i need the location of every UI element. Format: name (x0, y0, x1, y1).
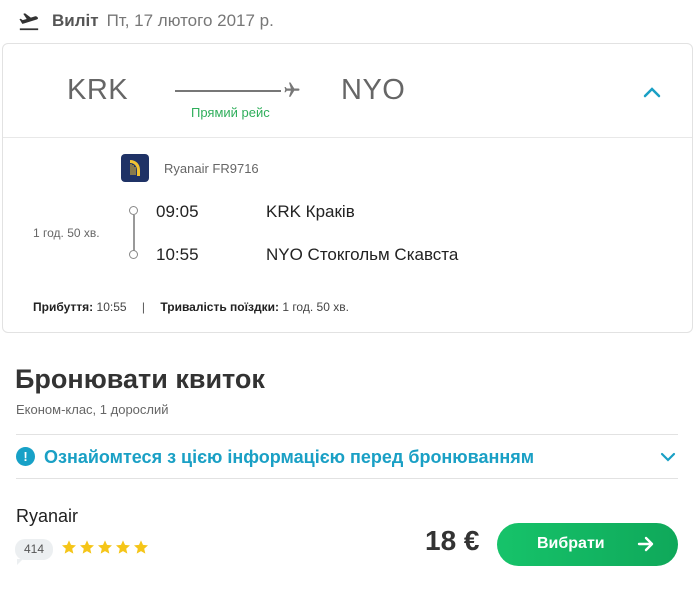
arrival-time: 10:55 (156, 245, 199, 264)
star-icon (98, 540, 112, 554)
departure-plane-icon (19, 13, 39, 31)
exclamation-circle-icon: ! (16, 447, 35, 466)
star-icon (62, 540, 76, 554)
select-button[interactable]: Вибрати (497, 523, 678, 566)
direction-label: Виліт (52, 11, 99, 30)
arrival-label: Прибуття: (33, 300, 94, 314)
booking-title: Бронювати квиток (15, 364, 265, 394)
flight-date: Пт, 17 лютого 2017 р. (106, 11, 274, 30)
trip-duration-label: Тривалість поїздки: (160, 300, 279, 314)
chevron-up-icon[interactable] (643, 86, 661, 98)
summary-separator: | (141, 300, 146, 314)
route-summary[interactable]: KRK NYO Прямий рейс (3, 44, 692, 138)
destination-code: NYO (341, 74, 406, 106)
departure-dot (129, 206, 138, 215)
ryanair-harp-icon (121, 154, 149, 182)
select-button-label: Вибрати (537, 535, 605, 552)
direct-flight-label: Прямий рейс (191, 105, 270, 120)
trip-summary: Прибуття: 10:55 | Тривалість поїздки: 1 … (33, 300, 349, 314)
airline-flight-number: Ryanair FR9716 (164, 161, 259, 176)
origin-code: KRK (67, 74, 129, 106)
trip-duration-value: 1 год. 50 хв. (282, 300, 349, 314)
reviews-count-badge[interactable]: 414 (15, 539, 53, 565)
route-line (175, 90, 281, 92)
arrow-right-icon (637, 536, 654, 552)
arrival-place: NYO Стокгольм Скавста (266, 245, 459, 264)
booking-subtitle: Економ-клас, 1 дорослий (16, 402, 169, 417)
star-icon (80, 540, 94, 554)
plane-icon (284, 82, 300, 97)
booking-info-toggle[interactable]: ! Ознайомтеся з цією інформацією перед б… (16, 434, 678, 479)
provider-name: Ryanair (16, 506, 79, 526)
arrival-dot (129, 250, 138, 259)
ticket-price: 18 € (425, 525, 480, 556)
timeline-line (133, 215, 135, 253)
flight-card: KRK NYO Прямий рейс Ryanair FR9716 1 год… (2, 43, 693, 333)
booking-info-text: Ознайомтеся з цією інформацією перед бро… (44, 447, 535, 467)
departure-place: KRK Краків (266, 202, 355, 221)
departure-header: Виліт Пт, 17 лютого 2017 р. (18, 8, 274, 34)
rating-stars (61, 539, 151, 555)
star-icon (116, 540, 130, 554)
departure-time: 09:05 (156, 202, 199, 221)
arrival-value: 10:55 (96, 300, 127, 314)
star-icon (134, 540, 148, 554)
segment-duration: 1 год. 50 хв. (33, 226, 100, 240)
chevron-down-icon[interactable] (660, 452, 676, 462)
